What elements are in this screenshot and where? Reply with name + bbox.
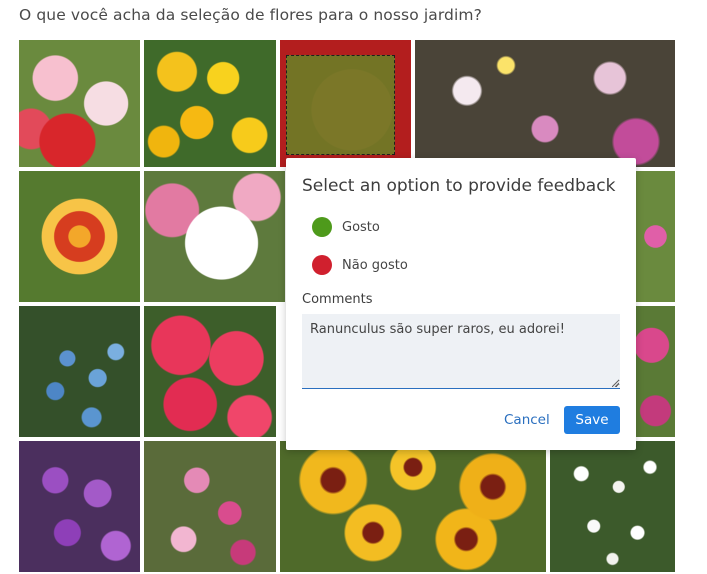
flower-image-lavatera[interactable]: [144, 171, 285, 302]
flower-image-california-poppies[interactable]: [144, 40, 276, 167]
feedback-popup: Select an option to provide feedback Gos…: [286, 158, 636, 450]
resize-handle-icon[interactable]: [612, 380, 619, 387]
save-button[interactable]: Save: [564, 406, 620, 434]
option-label: Gosto: [342, 219, 380, 235]
flower-image-forget-me-not[interactable]: [19, 306, 140, 437]
option-nao-gosto[interactable]: Não gosto: [312, 254, 408, 276]
flower-image-pink-right-2[interactable]: [636, 306, 675, 437]
flower-image-pink-right-1[interactable]: [636, 171, 675, 302]
option-gosto[interactable]: Gosto: [312, 216, 380, 238]
option-label: Não gosto: [342, 257, 408, 273]
selection-highlight[interactable]: [286, 55, 395, 155]
flower-image-phlox-purple[interactable]: [19, 441, 140, 572]
comments-field[interactable]: Ranunculus são super raros, eu adorei!: [302, 314, 620, 389]
cancel-button[interactable]: Cancel: [498, 406, 556, 434]
green-circle-icon: [312, 217, 332, 237]
flower-image-linum[interactable]: [144, 306, 276, 437]
flower-image-clarkia[interactable]: [144, 441, 276, 572]
flower-image-nemesia[interactable]: [415, 40, 675, 167]
red-circle-icon: [312, 255, 332, 275]
flower-image-poppies[interactable]: [19, 40, 140, 167]
flower-image-gaillardia[interactable]: [19, 171, 140, 302]
popup-title: Select an option to provide feedback: [302, 176, 616, 196]
flower-image-gypsophila[interactable]: [550, 441, 675, 572]
comments-label: Comments: [302, 292, 373, 307]
flower-image-coreopsis[interactable]: [280, 441, 546, 572]
question-heading: O que você acha da seleção de flores par…: [19, 6, 482, 24]
